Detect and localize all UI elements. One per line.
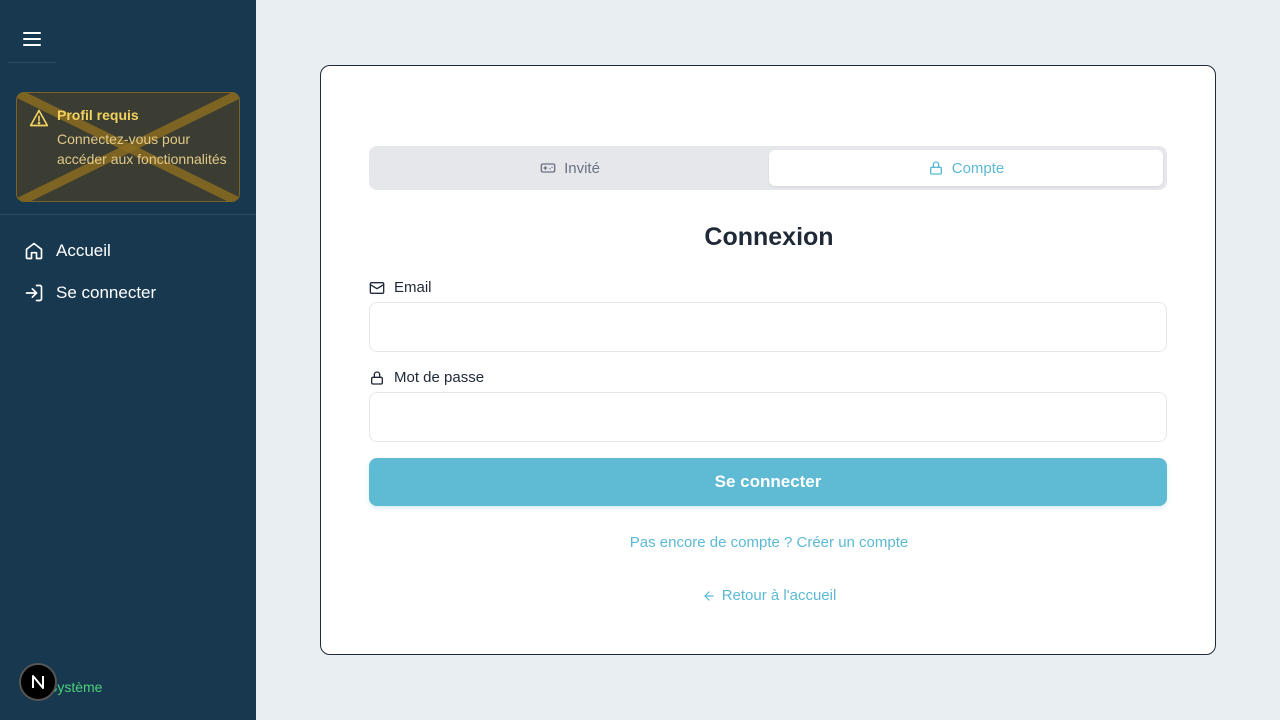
lock-icon bbox=[371, 370, 383, 385]
email-label-text: Email bbox=[394, 279, 432, 296]
tab-guest[interactable]: Invité bbox=[373, 150, 767, 186]
password-field[interactable] bbox=[369, 392, 1167, 442]
page-title: Connexion bbox=[704, 223, 834, 251]
back-home-link[interactable]: Retour à l'accueil bbox=[321, 587, 1217, 604]
dev-tools-badge[interactable] bbox=[19, 663, 57, 701]
sidebar-divider bbox=[0, 214, 256, 215]
password-label: Mot de passe bbox=[369, 369, 484, 386]
email-field[interactable] bbox=[369, 302, 1167, 352]
alert-message: Connectez-vous pour accéder aux fonction… bbox=[57, 131, 227, 167]
n-logo-icon bbox=[32, 675, 44, 689]
register-link[interactable]: Pas encore de compte ? Créer un compte bbox=[321, 534, 1217, 551]
back-link-label: Retour à l'accueil bbox=[721, 587, 837, 604]
sidebar-item-home[interactable]: Accueil bbox=[24, 239, 111, 263]
login-icon bbox=[24, 283, 44, 303]
lock-icon bbox=[929, 161, 942, 175]
tab-label: Compte bbox=[951, 159, 1005, 177]
warning-triangle-icon bbox=[29, 108, 49, 133]
tab-account[interactable]: Compte bbox=[769, 150, 1163, 186]
tab-label: Invité bbox=[564, 159, 600, 177]
alert-title: Profil requis bbox=[57, 107, 139, 123]
sidebar-item-label: Se connecter bbox=[56, 283, 157, 302]
profile-required-alert: Profil requis Connectez-vous pour accéde… bbox=[16, 92, 240, 202]
gamepad-icon bbox=[540, 163, 556, 173]
sidebar: Profil requis Connectez-vous pour accéde… bbox=[0, 0, 256, 720]
mail-icon bbox=[369, 281, 385, 294]
arrow-left-icon bbox=[704, 590, 714, 601]
email-label: Email bbox=[369, 279, 432, 296]
login-submit-button[interactable]: Se connecter bbox=[369, 458, 1167, 506]
menu-toggle-button[interactable] bbox=[8, 16, 56, 63]
sidebar-item-login[interactable]: Se connecter bbox=[24, 281, 156, 305]
auth-mode-tabs: Invité Compte bbox=[369, 146, 1167, 190]
home-icon bbox=[24, 241, 44, 261]
sidebar-item-label: Accueil bbox=[56, 241, 111, 260]
hamburger-menu-icon bbox=[23, 32, 41, 46]
password-label-text: Mot de passe bbox=[394, 369, 485, 386]
login-card: Invité Compte Connexion Email Mot de pas… bbox=[320, 65, 1216, 655]
